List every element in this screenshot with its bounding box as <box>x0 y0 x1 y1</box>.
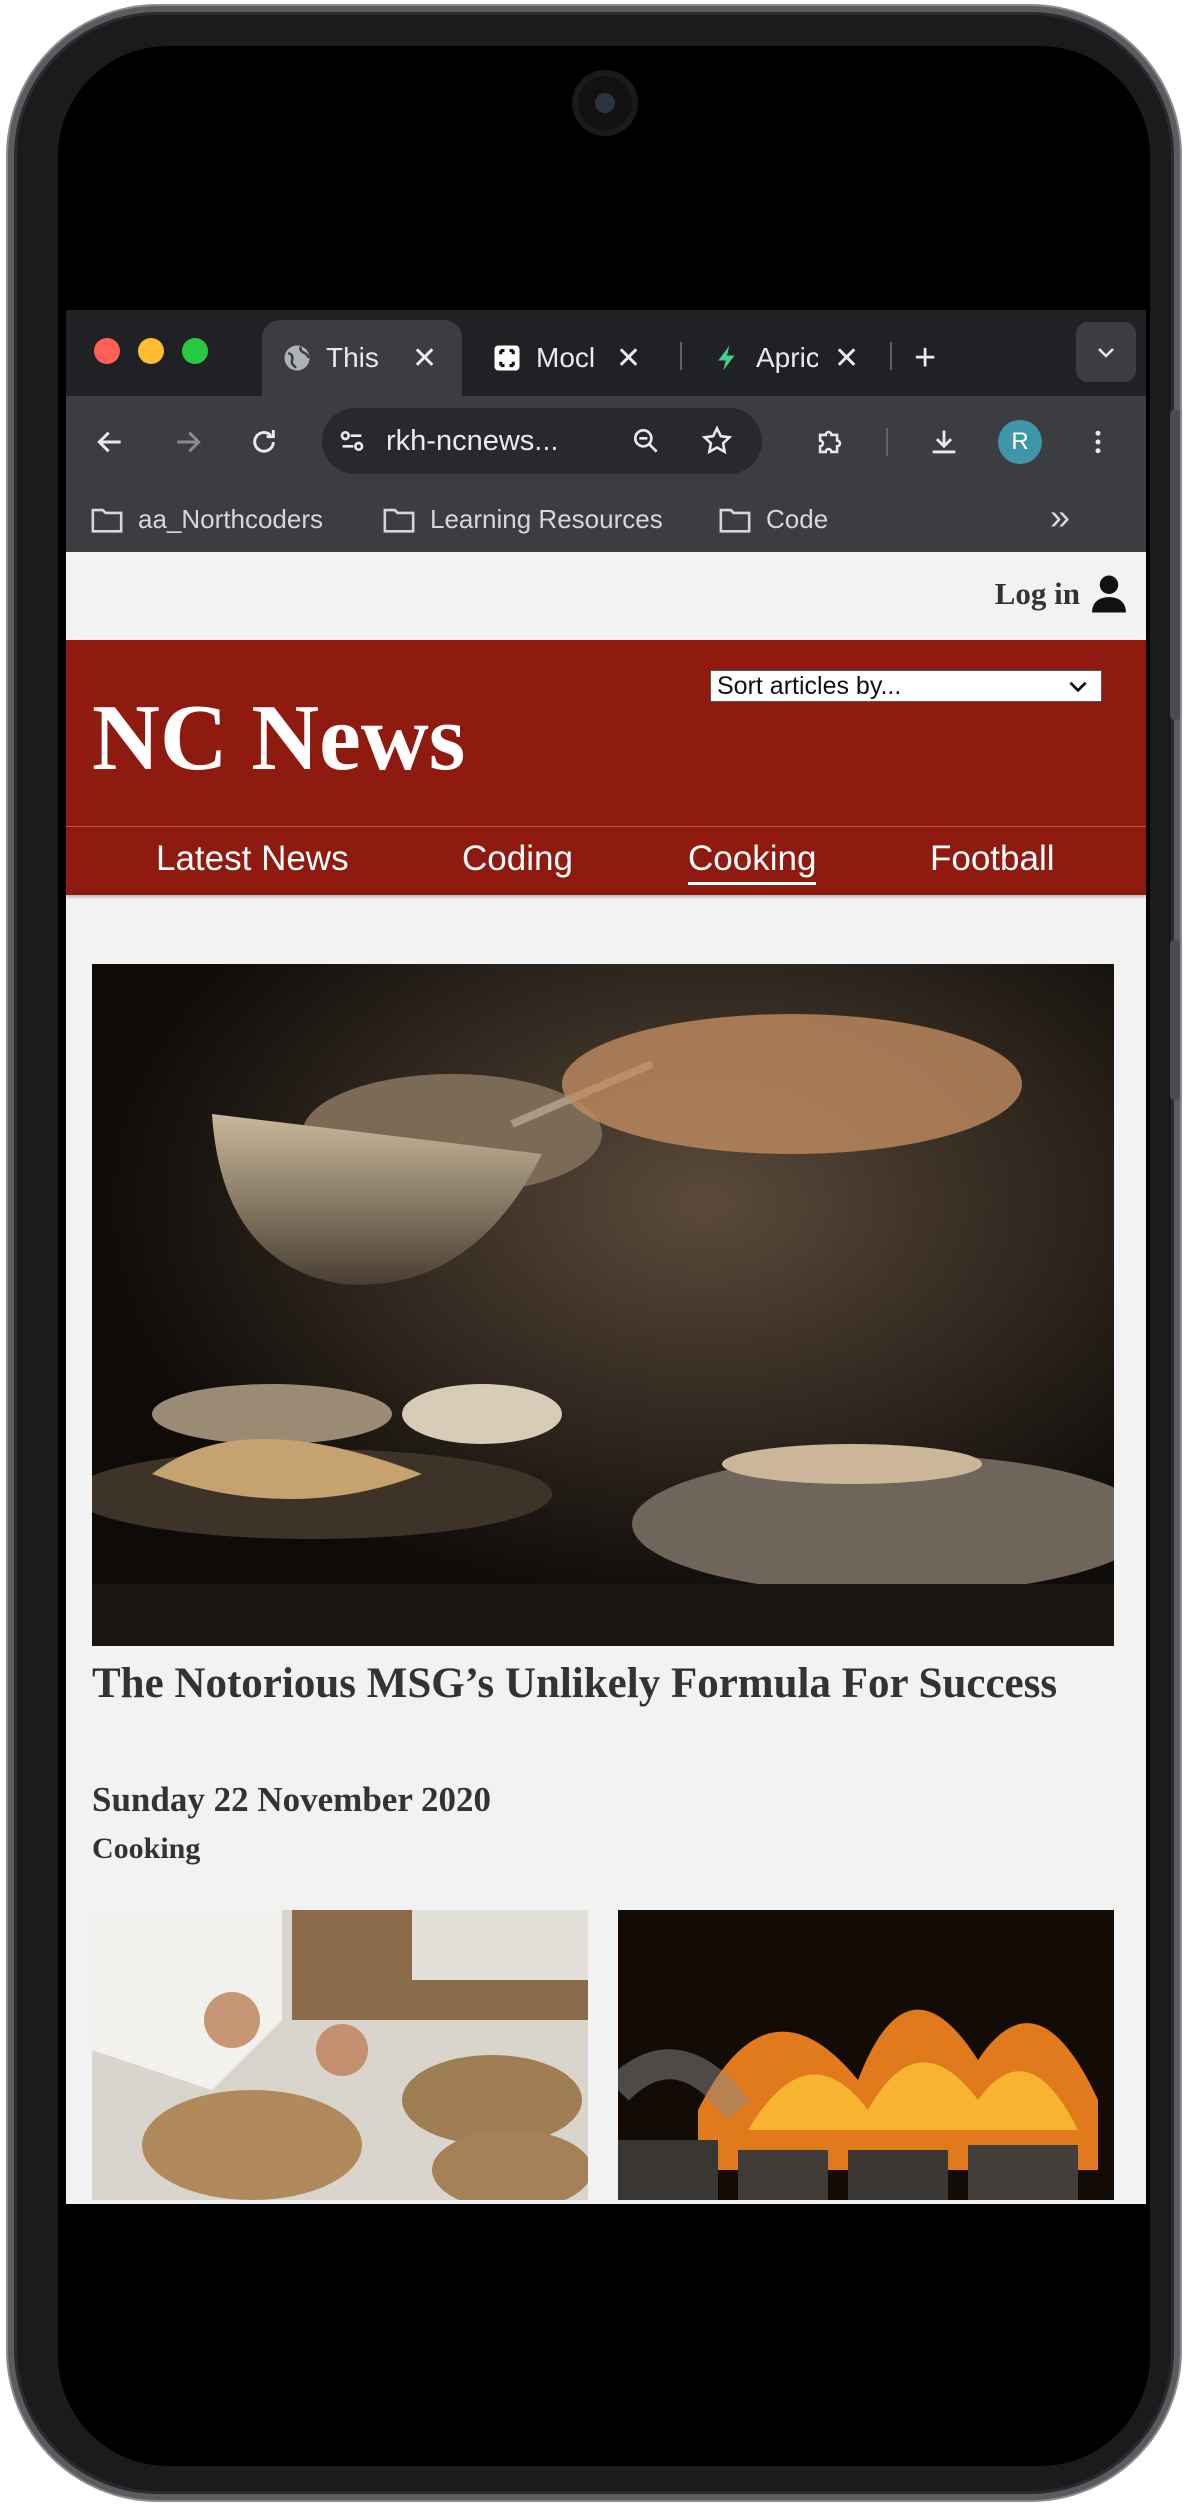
browser-menu-button[interactable] <box>1074 418 1122 466</box>
kebab-menu-icon <box>1095 430 1101 454</box>
article-thumbnail[interactable] <box>618 1910 1114 2200</box>
forward-button[interactable] <box>166 420 210 464</box>
new-tab-button[interactable]: + <box>906 320 956 396</box>
bookmark-aa-northcoders[interactable]: aa_Northcoders <box>90 504 323 535</box>
reload-button[interactable] <box>242 420 286 464</box>
bookmark-code[interactable]: Code <box>718 504 828 535</box>
tab-separator <box>890 342 892 370</box>
site-logo[interactable]: NC News <box>92 684 465 792</box>
power-button <box>1170 940 1180 1100</box>
bookmark-label: Code <box>766 504 829 534</box>
zoom-window-button[interactable] <box>182 338 208 364</box>
featured-article-topic: Cooking <box>92 1832 201 1865</box>
folder-icon <box>91 508 123 533</box>
browser-toolbar: rkh-ncnews... R <box>66 396 1146 486</box>
close-tab-icon[interactable]: ✕ <box>834 341 859 376</box>
tab-search-button[interactable] <box>1076 322 1136 382</box>
sort-placeholder: Sort articles by... <box>717 671 902 700</box>
address-bar[interactable]: rkh-ncnews... <box>322 408 762 474</box>
tab-mocl[interactable]: Mocl ✕ <box>486 320 676 396</box>
top-bar: Log in <box>66 552 1146 640</box>
topic-nav: Latest News Coding Cooking Football <box>66 827 1146 895</box>
nav-coding[interactable]: Coding <box>462 839 573 879</box>
extensions-button[interactable] <box>806 418 854 466</box>
forward-arrow-icon <box>177 431 201 453</box>
plus-icon: + <box>914 336 937 379</box>
mockaroo-icon <box>492 343 522 373</box>
toolbar-separator <box>886 428 888 456</box>
user-icon <box>1092 575 1126 613</box>
back-arrow-icon <box>97 431 121 453</box>
tab-this[interactable]: This ✕ <box>262 320 462 396</box>
url-text[interactable]: rkh-ncnews... <box>386 425 606 458</box>
tab-title: Mocl <box>536 342 596 373</box>
phone-frame: This ✕ Mocl ✕ Apric ✕ + rkh-ncnews... R … <box>8 6 1180 2500</box>
web-page: Log in NC News Sort articles by... Lates… <box>66 552 1146 2204</box>
bookmark-label: aa_Northcoders <box>138 504 323 534</box>
nav-cooking[interactable]: Cooking <box>688 839 817 885</box>
chevron-down-icon <box>1069 681 1087 693</box>
double-chevron-icon: » <box>1050 496 1071 537</box>
bolt-icon <box>712 343 742 373</box>
sort-select[interactable]: Sort articles by... <box>710 670 1102 702</box>
featured-article-date: Sunday 22 November 2020 <box>92 1780 491 1819</box>
close-tab-icon[interactable]: ✕ <box>412 341 437 376</box>
back-button[interactable] <box>88 420 132 464</box>
site-settings-icon[interactable] <box>336 425 368 457</box>
article-thumbnail[interactable] <box>92 1910 588 2200</box>
zoom-icon[interactable] <box>630 425 662 457</box>
tab-separator <box>680 342 682 370</box>
downloads-button[interactable] <box>920 418 968 466</box>
login-label: Log in <box>994 576 1080 611</box>
folder-icon <box>383 508 415 533</box>
profile-avatar[interactable]: R <box>998 420 1042 464</box>
nav-football[interactable]: Football <box>930 839 1055 879</box>
login-button[interactable]: Log in <box>995 574 1128 614</box>
tab-apric[interactable]: Apric ✕ <box>706 320 896 396</box>
reload-icon <box>253 430 275 453</box>
phone-screen: This ✕ Mocl ✕ Apric ✕ + rkh-ncnews... R … <box>58 46 1150 2466</box>
chevron-down-icon <box>1098 348 1114 358</box>
tab-strip: This ✕ Mocl ✕ Apric ✕ + <box>66 310 1146 396</box>
tab-title: This <box>326 342 379 373</box>
bookmarks-bar: aa_Northcoders Learning Resources Code » <box>66 486 1146 552</box>
bookmark-star-icon[interactable] <box>700 424 734 458</box>
nav-latest-news[interactable]: Latest News <box>156 839 349 879</box>
front-camera <box>578 76 632 130</box>
browser-window: This ✕ Mocl ✕ Apric ✕ + rkh-ncnews... R … <box>66 310 1146 2204</box>
download-icon <box>932 430 956 454</box>
minimize-window-button[interactable] <box>138 338 164 364</box>
close-tab-icon[interactable]: ✕ <box>616 341 641 376</box>
site-header: NC News Sort articles by... <box>66 640 1146 827</box>
puzzle-icon <box>818 430 842 454</box>
volume-button <box>1170 410 1180 720</box>
bookmark-learning-resources[interactable]: Learning Resources <box>382 504 663 535</box>
bookmark-label: Learning Resources <box>430 504 663 534</box>
folder-icon <box>719 508 751 533</box>
close-window-button[interactable] <box>94 338 120 364</box>
featured-article-image[interactable] <box>92 964 1114 1646</box>
profile-initial: R <box>1011 428 1029 455</box>
featured-article-title[interactable]: The Notorious MSG’s Unlikely Formula For… <box>92 1654 1102 1714</box>
tab-title: Apric <box>756 342 818 373</box>
globe-icon <box>282 343 312 373</box>
bookmarks-overflow-button[interactable]: » <box>1050 496 1070 538</box>
